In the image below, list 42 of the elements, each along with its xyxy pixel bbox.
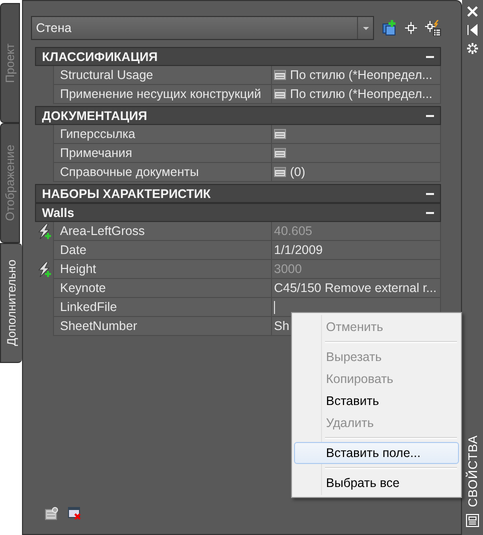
property-name: Применение несущих конструкций — [53, 85, 272, 104]
category-header[interactable]: НАБОРЫ ХАРАКТЕРИСТИК — [35, 184, 441, 203]
property-name: Примечания — [53, 144, 272, 163]
property-value[interactable]: (0) — [290, 165, 306, 179]
settings-icon[interactable] — [467, 43, 478, 54]
close-icon[interactable] — [467, 6, 478, 17]
side-tab[interactable]: Дополнительно — [0, 243, 22, 363]
property-name: Гиперссылка — [53, 125, 272, 144]
add-object-icon[interactable] — [382, 20, 397, 36]
property-name: Height — [53, 260, 272, 279]
crosshair-icon[interactable] — [405, 22, 417, 34]
menu-item[interactable]: Вставить — [294, 390, 459, 412]
property-name: Справочные документы — [53, 163, 272, 182]
property-name: Structural Usage — [53, 66, 272, 85]
list-icon — [274, 70, 286, 80]
category-header[interactable]: ДОКУМЕНТАЦИЯ — [35, 106, 441, 125]
caret-icon — [362, 26, 368, 30]
property-name: Keynote — [53, 279, 272, 298]
category-header[interactable]: КЛАССИФИКАЦИЯ — [35, 47, 441, 66]
formula-icon — [37, 224, 51, 239]
remove-icon[interactable] — [68, 507, 81, 520]
category-header[interactable]: Walls — [35, 203, 441, 222]
property-name: Date — [53, 241, 272, 260]
property-value: 3000 — [274, 262, 302, 276]
list-icon — [274, 148, 286, 158]
property-value[interactable]: Sh — [274, 319, 290, 333]
property-value: 40.605 — [274, 224, 312, 238]
style-dropdown[interactable]: Стена — [31, 16, 374, 40]
property-name: SheetNumber — [53, 317, 272, 336]
list-icon — [274, 129, 286, 139]
menu-item[interactable]: Вставить поле... — [294, 442, 459, 464]
property-name: Area-LeftGross — [53, 222, 272, 241]
palette-icon[interactable] — [466, 514, 479, 527]
property-name: LinkedFile — [53, 298, 272, 317]
formula-icon — [37, 262, 51, 277]
list-icon — [274, 89, 286, 99]
menu-item[interactable]: Выбрать все — [294, 472, 459, 494]
text-cursor — [274, 300, 275, 314]
list-icon — [274, 167, 286, 177]
settings-icon[interactable] — [45, 507, 58, 520]
quick-select-icon[interactable] — [425, 20, 441, 36]
palette-title: СВОЙСТВА — [466, 434, 480, 507]
